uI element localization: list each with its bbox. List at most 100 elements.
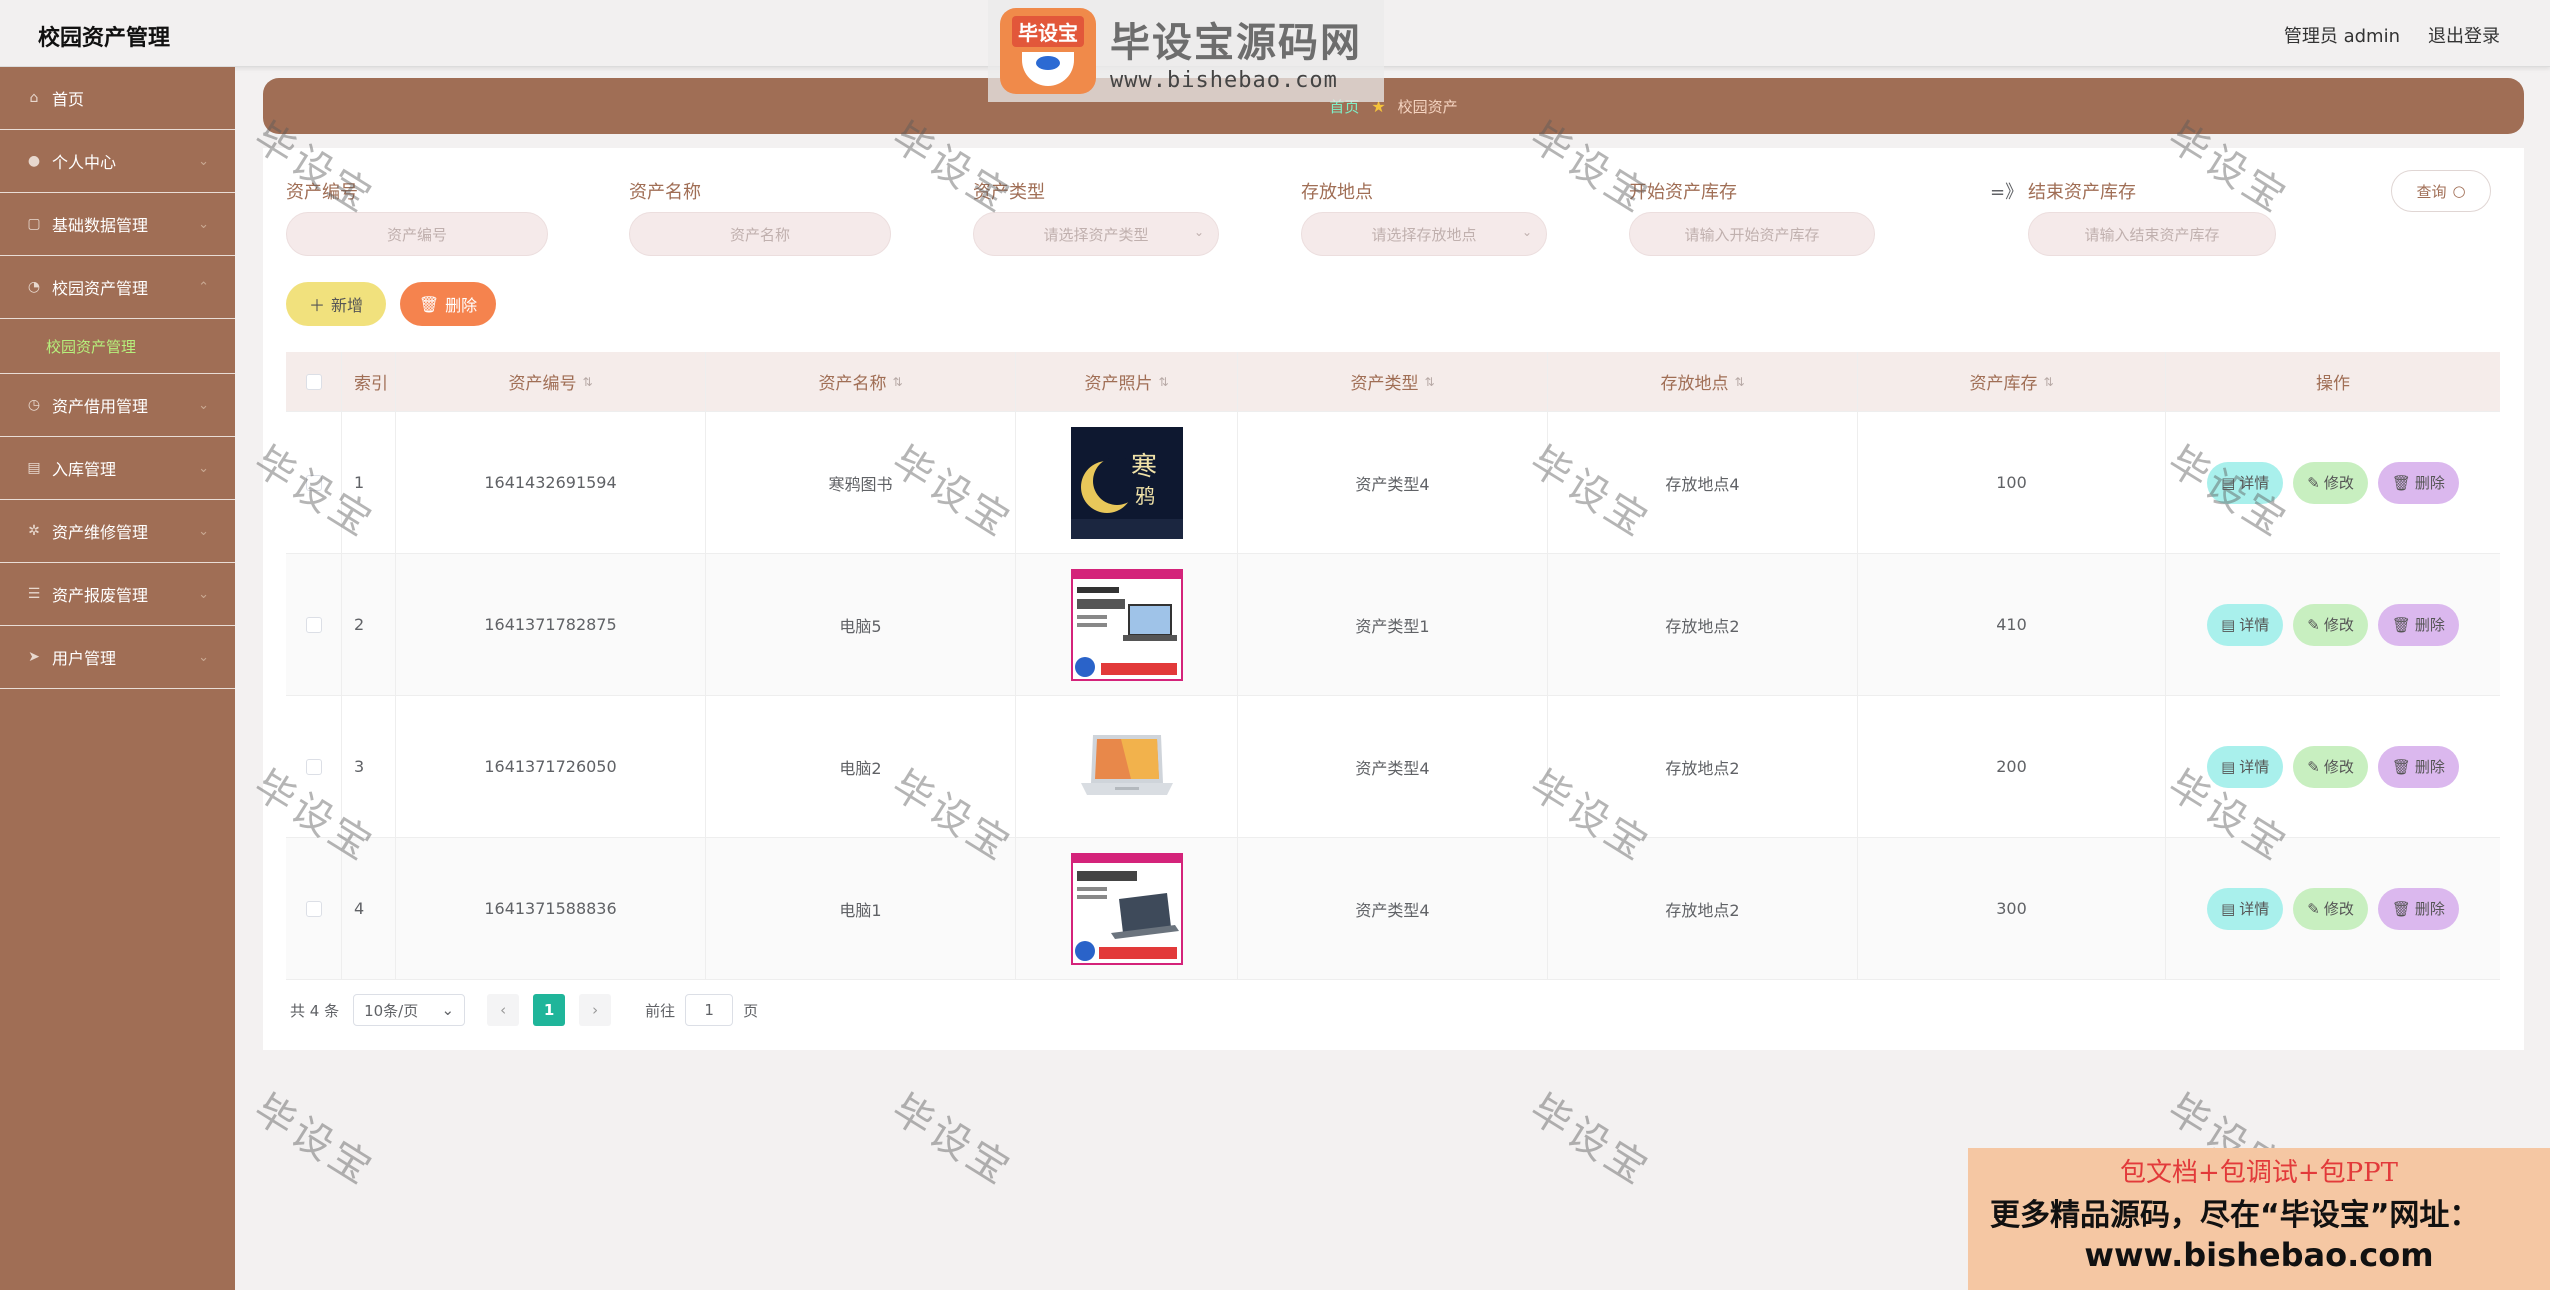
row-asset-type: 资产类型1: [1238, 554, 1548, 695]
row-select-cell: [286, 412, 342, 553]
chevron-down-icon: ⌄: [1521, 225, 1532, 239]
col-operations: 操作: [2316, 374, 2350, 394]
edit-label: 修改: [2323, 474, 2354, 492]
row-operations: ▤ 详情 ✎ 修改 🗑 删除: [2166, 838, 2500, 979]
col-asset-photo[interactable]: 资产照片 ⇅: [1016, 352, 1238, 411]
col-stock[interactable]: 资产库存 ⇅: [1858, 352, 2166, 411]
sort-icon: ⇅: [1424, 374, 1435, 389]
row-operations: ▤ 详情 ✎ 修改 🗑 删除: [2166, 412, 2500, 553]
trash-icon: 🗑: [2391, 615, 2411, 634]
row-asset-code: 1641432691594: [396, 412, 706, 553]
stock-end-label: 结束资产库存: [2028, 182, 2136, 203]
delete-label: 删除: [2414, 758, 2445, 776]
row-checkbox[interactable]: [305, 758, 322, 775]
detail-button[interactable]: ▤ 详情: [2207, 887, 2284, 930]
chevron-down-icon: ⌄: [198, 461, 209, 476]
document-icon: ▤: [2221, 757, 2236, 776]
col-label: 资产库存: [1969, 374, 2038, 394]
stock-start-input[interactable]: 请输入开始资产库存: [1629, 212, 1875, 256]
row-checkbox[interactable]: [305, 474, 322, 491]
batch-delete-button[interactable]: 🗑 删除: [400, 282, 496, 326]
pencil-icon: ✎: [2307, 757, 2320, 776]
logout-button[interactable]: 退出登录: [2428, 22, 2500, 48]
stock-end-input[interactable]: 请输入结束资产库存: [2028, 212, 2276, 256]
edit-button[interactable]: ✎ 修改: [2293, 603, 2368, 646]
table-row: 1 1641432691594 寒鸦图书 寒 鸦 资产类型4 存放地点4 100…: [286, 412, 2500, 554]
row-operations: ▤ 详情 ✎ 修改 🗑 删除: [2166, 696, 2500, 837]
promo-line-3: www.bishebao.com: [2084, 1236, 2434, 1274]
add-button[interactable]: ＋ 新增: [286, 282, 386, 326]
sidebar-item-scrap[interactable]: ☰ 资产报废管理 ⌄: [0, 563, 235, 626]
asset-type-select[interactable]: 请选择资产类型 ⌄: [973, 212, 1219, 256]
col-label: 资产编号: [508, 374, 577, 394]
edit-button[interactable]: ✎ 修改: [2293, 461, 2368, 504]
sidebar-item-borrow[interactable]: ◷ 资产借用管理 ⌄: [0, 374, 235, 437]
header-actions: 管理员 admin 退出登录: [2284, 22, 2500, 48]
row-index: 2: [342, 554, 396, 695]
row-checkbox[interactable]: [305, 900, 322, 917]
delete-button[interactable]: 🗑 删除: [2377, 461, 2459, 504]
detail-label: 详情: [2239, 616, 2270, 634]
delete-button[interactable]: 🗑 删除: [2377, 887, 2459, 930]
add-label: 新增: [331, 296, 364, 315]
detail-button[interactable]: ▤ 详情: [2207, 745, 2284, 788]
col-asset-name[interactable]: 资产名称 ⇅: [706, 352, 1016, 411]
sort-icon: ⇅: [582, 374, 593, 389]
laptop-ad-image[interactable]: [1070, 852, 1183, 965]
admin-user-label[interactable]: 管理员 admin: [2284, 22, 2400, 48]
sidebar-item-stock-in[interactable]: ▤ 入库管理 ⌄: [0, 437, 235, 500]
col-asset-type[interactable]: 资产类型 ⇅: [1238, 352, 1548, 411]
detail-button[interactable]: ▤ 详情: [2207, 461, 2284, 504]
send-icon: ➤: [28, 649, 40, 665]
detail-label: 详情: [2239, 758, 2270, 776]
asset-name-input[interactable]: 资产名称: [629, 212, 891, 256]
edit-label: 修改: [2323, 758, 2354, 776]
app-title: 校园资产管理: [38, 26, 171, 51]
sidebar-item-label: 资产维修管理: [52, 523, 149, 542]
laptop-ad-image[interactable]: [1070, 568, 1183, 681]
silver-laptop-image[interactable]: [1070, 710, 1183, 823]
edit-label: 修改: [2323, 900, 2354, 918]
page-number[interactable]: 1: [533, 994, 566, 1026]
row-checkbox[interactable]: [305, 616, 322, 633]
row-stock: 410: [1858, 554, 2166, 695]
submenu-item-campus-assets[interactable]: 校园资产管理: [0, 319, 235, 374]
next-page-button[interactable]: ›: [579, 994, 612, 1026]
home-icon: ⌂: [29, 90, 39, 106]
col-location[interactable]: 存放地点 ⇅: [1548, 352, 1858, 411]
promo-line-2: 更多精品源码，尽在“毕设宝”网址：: [1990, 1198, 2480, 1233]
sort-icon: ⇅: [2043, 374, 2054, 389]
sidebar-item-repair[interactable]: ✲ 资产维修管理 ⌄: [0, 500, 235, 563]
location-select[interactable]: 请选择存放地点 ⌄: [1301, 212, 1547, 256]
sidebar-item-users[interactable]: ➤ 用户管理 ⌄: [0, 626, 235, 689]
trash-icon: 🗑: [2391, 899, 2411, 918]
page-size-select[interactable]: 10条/页 ⌄: [353, 994, 466, 1026]
detail-button[interactable]: ▤ 详情: [2207, 603, 2284, 646]
select-all-checkbox[interactable]: [305, 373, 322, 390]
delete-button[interactable]: 🗑 删除: [2377, 603, 2459, 646]
col-label: 资产类型: [1350, 374, 1419, 394]
select-all-cell: [286, 352, 342, 411]
sidebar-item-home[interactable]: ⌂ 首页: [0, 67, 235, 130]
prev-page-button[interactable]: ‹: [487, 994, 520, 1026]
sort-icon: ⇅: [1158, 374, 1169, 389]
sidebar-item-profile[interactable]: ● 个人中心 ⌄: [0, 130, 235, 193]
sidebar-item-base-data[interactable]: ▢ 基础数据管理 ⌄: [0, 193, 235, 256]
row-asset-name: 寒鸦图书: [706, 412, 1016, 553]
stock-start-label: 开始资产库存: [1629, 182, 1737, 203]
delete-label: 删除: [2414, 616, 2445, 634]
delete-button[interactable]: 🗑 删除: [2377, 745, 2459, 788]
logo-face: [1022, 52, 1074, 86]
goto-page-input[interactable]: 1: [685, 994, 734, 1026]
asset-code-input[interactable]: 资产编号: [286, 212, 548, 256]
edit-button[interactable]: ✎ 修改: [2293, 887, 2368, 930]
sidebar-item-campus-assets[interactable]: ◔ 校园资产管理 ⌃: [0, 256, 235, 319]
sidebar-item-label: 资产报废管理: [52, 586, 149, 605]
col-asset-code[interactable]: 资产编号 ⇅: [396, 352, 706, 411]
book-cover-image[interactable]: 寒 鸦: [1070, 426, 1183, 539]
row-asset-name: 电脑1: [706, 838, 1016, 979]
query-button[interactable]: 查询 ○: [2391, 170, 2491, 212]
sidebar-item-label: 首页: [52, 90, 85, 109]
edit-button[interactable]: ✎ 修改: [2293, 745, 2368, 788]
breadcrumb-current: 校园资产: [1397, 97, 1458, 116]
